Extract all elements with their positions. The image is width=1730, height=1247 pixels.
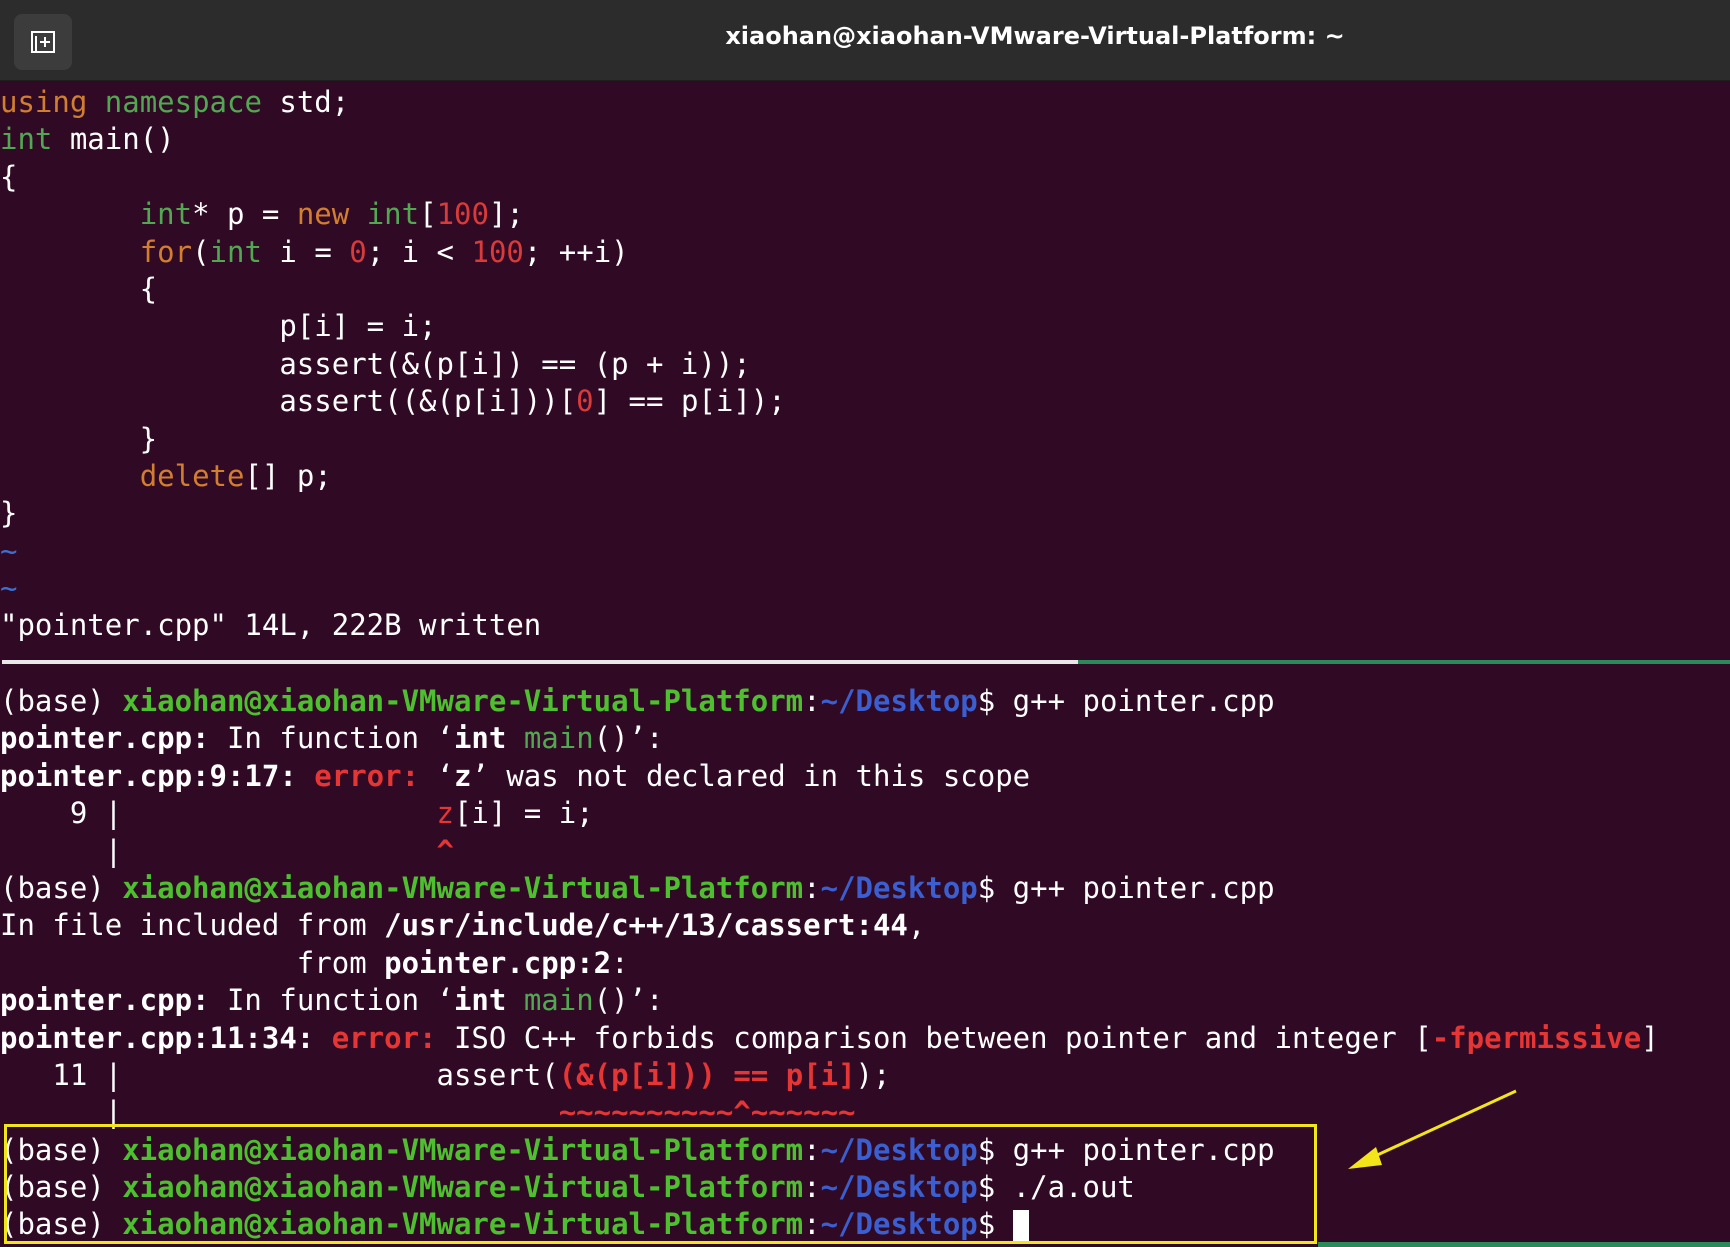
empty-line-marker: ~ — [0, 533, 18, 568]
pane-divider-bottom — [1318, 1242, 1730, 1247]
output-line: from pointer.cpp:2: — [0, 945, 629, 980]
empty-line-marker: ~ — [0, 571, 18, 606]
output-line: In file included from /usr/include/c++/1… — [0, 908, 926, 943]
code-line: assert(&(p[i]) == (p + i)); — [0, 346, 751, 381]
output-line: | ^ — [0, 833, 454, 868]
output-line: 9 | z[i] = i; — [0, 796, 594, 831]
vim-editor-pane[interactable]: using namespace std; int main() { int* p… — [0, 84, 1730, 645]
prompt-line: (base) xiaohan@xiaohan-VMware-Virtual-Pl… — [0, 870, 1275, 905]
code-line: p[i] = i; — [0, 309, 437, 344]
code-line: delete[] p; — [139, 458, 332, 493]
code-line: int main() — [0, 122, 175, 157]
arrow-icon — [1348, 1089, 1517, 1169]
output-line: pointer.cpp: In function ‘int main()’: — [0, 721, 664, 756]
code-line: } — [0, 421, 158, 456]
output-line: pointer.cpp: In function ‘int main()’: — [0, 983, 664, 1018]
highlight-box — [4, 1124, 1317, 1244]
vim-status-message: "pointer.cpp" 14L, 222B written — [0, 608, 542, 643]
code-line: { — [0, 271, 158, 306]
error-line: pointer.cpp:9:17: error: ‘z’ was not dec… — [0, 758, 1031, 793]
code-line: using namespace std; — [0, 85, 350, 119]
title-bar: xiaohan@xiaohan-VMware-Virtual-Platform:… — [0, 0, 1730, 81]
error-line: pointer.cpp:11:34: error: ISO C++ forbid… — [0, 1020, 1659, 1055]
code-line: assert((&(p[i]))[0] == p[i]); — [0, 384, 786, 419]
code-line: for(int i = 0; i < 100; ++i) — [139, 234, 629, 269]
pane-divider[interactable] — [2, 660, 1078, 664]
code-line: int* p = new int[100]; — [139, 197, 524, 232]
code-line: } — [0, 496, 18, 531]
pane-divider-active — [1078, 660, 1730, 664]
code-line: { — [0, 159, 18, 194]
prompt-line: (base) xiaohan@xiaohan-VMware-Virtual-Pl… — [0, 684, 1275, 718]
window-title: xiaohan@xiaohan-VMware-Virtual-Platform:… — [725, 22, 1345, 50]
